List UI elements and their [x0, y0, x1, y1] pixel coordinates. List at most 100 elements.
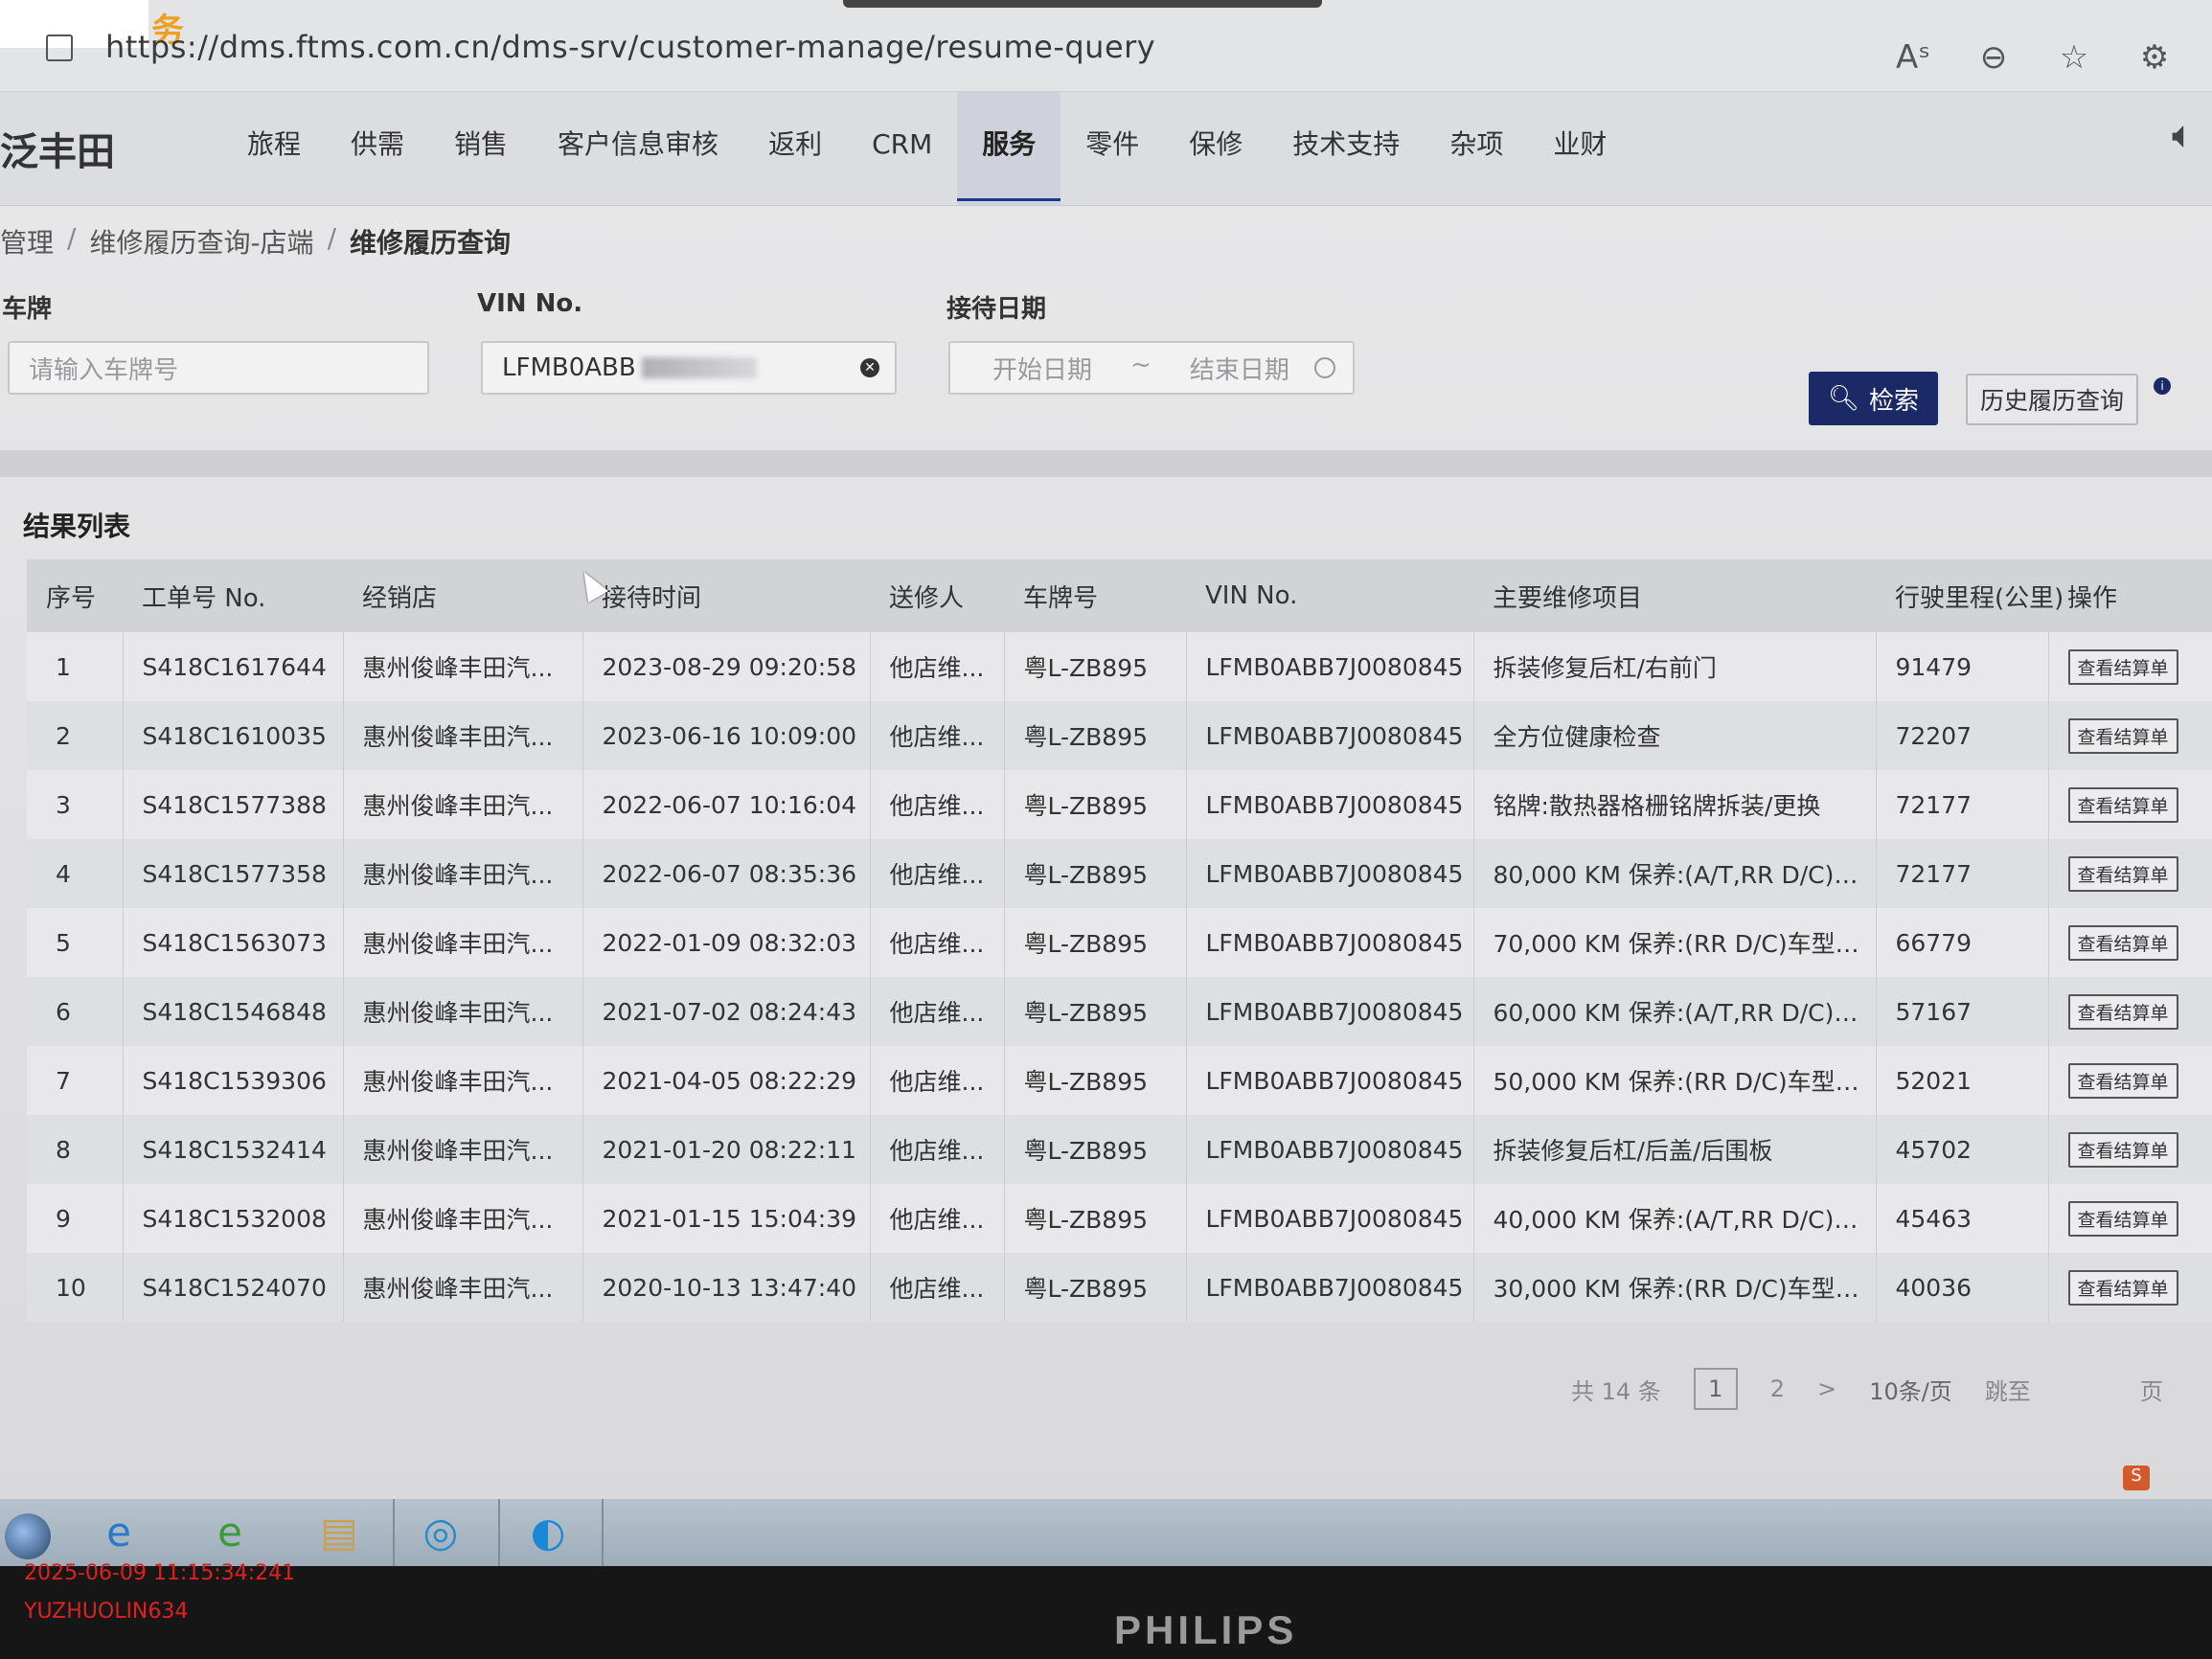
cell-plate: 粤L-ZB895 [1004, 1115, 1187, 1184]
section-divider [0, 450, 2212, 477]
plate-input[interactable]: 请输入车牌号 [8, 341, 429, 395]
nav-item-0[interactable]: 旅程 [222, 92, 326, 205]
cell-plate: 粤L-ZB895 [1004, 770, 1187, 839]
cell-no: 9 [27, 1184, 124, 1253]
view-settlement-button[interactable]: 查看结算单 [2067, 855, 2178, 892]
cell-action: 查看结算单 [2048, 701, 2212, 770]
next-page-icon[interactable]: > [1817, 1375, 1836, 1402]
photo-timestamp: 2025-06-09 11:15:34:241 [24, 1561, 296, 1585]
view-settlement-button[interactable]: 查看结算单 [2067, 786, 2178, 823]
taskbar-separator [602, 1499, 604, 1566]
date-start-placeholder: 开始日期 [992, 355, 1093, 385]
info-icon[interactable]: i [2154, 377, 2171, 395]
view-settlement-button[interactable]: 查看结算单 [2067, 1131, 2178, 1168]
nav-item-8[interactable]: 保修 [1164, 92, 1267, 205]
view-settlement-button[interactable]: 查看结算单 [2067, 993, 2178, 1030]
cell-order: S418C1610035 [123, 701, 344, 770]
cell-item: 80,000 KM 保养:(A/T,RR D/C)车... [1473, 839, 1877, 908]
page-size-select[interactable]: 10条/页 [1869, 1373, 1952, 1406]
results-table: 序号 工单号 No. 经销店 接待时间 送修人 车牌号 VIN No. 主要维修项目 行驶里程(… [27, 559, 2212, 1322]
cell-no: 5 [27, 908, 124, 977]
cell-mileage: 72207 [1876, 701, 2049, 770]
cell-order: S418C1563073 [123, 908, 344, 977]
nav-item-3[interactable]: 客户信息审核 [533, 92, 743, 205]
table-row[interactable]: 7 S418C1539306 惠州俊峰丰田汽... 2021-04-05 08:22:… [27, 1046, 2212, 1115]
cell-item: 60,000 KM 保养:(A/T,RR D/C)车... [1473, 977, 1877, 1046]
clear-icon[interactable]: ✕ [860, 358, 879, 377]
column-header: 主要维修项目 [1473, 559, 1876, 632]
nav-item-10[interactable]: 杂项 [1425, 92, 1528, 205]
nav-item-2[interactable]: 销售 [429, 92, 533, 205]
column-header: 接待时间 [582, 559, 870, 632]
cell-time: 2022-01-09 08:32:03 [582, 908, 871, 977]
page-1[interactable]: 1 [1693, 1368, 1738, 1410]
total-count: 共 14 条 [1571, 1377, 1661, 1405]
page-2[interactable]: 2 [1770, 1375, 1785, 1402]
vin-input[interactable]: LFMB0ABB ✕ [481, 341, 897, 395]
table-row[interactable]: 2 S418C1610035 惠州俊峰丰田汽... 2023-06-16 10:09:… [27, 701, 2212, 770]
ie-icon[interactable]: e [88, 1504, 149, 1561]
cell-no: 4 [27, 839, 124, 908]
table-row[interactable]: 9 S418C1532008 惠州俊峰丰田汽... 2021-01-15 15:04:… [27, 1184, 2212, 1253]
cell-plate: 粤L-ZB895 [1004, 1046, 1187, 1115]
search-button[interactable]: 🔍︎ 检索 [1809, 372, 1938, 425]
view-settlement-button[interactable]: 查看结算单 [2067, 1200, 2178, 1237]
zoom-icon[interactable]: ⊖ [1974, 38, 2013, 77]
cell-dealer: 惠州俊峰丰田汽... [343, 701, 583, 770]
cell-action: 查看结算单 [2048, 1253, 2212, 1322]
breadcrumb-item[interactable]: 维修履历查询-店端 [89, 222, 313, 261]
table-row[interactable]: 5 S418C1563073 惠州俊峰丰田汽... 2022-01-09 08:32:… [27, 908, 2212, 977]
cell-vin: LFMB0ABB7J0080845 [1186, 1115, 1474, 1184]
cell-no: 8 [27, 1115, 124, 1184]
nav-item-1[interactable]: 供需 [326, 92, 429, 205]
url-text[interactable]: https://dms.ftms.com.cn/dms-srv/customer… [105, 29, 1155, 65]
view-settlement-button[interactable]: 查看结算单 [2067, 717, 2178, 754]
cell-sender: 他店维... [870, 977, 1005, 1046]
nav-item-9[interactable]: 技术支持 [1267, 92, 1425, 205]
view-settlement-button[interactable]: 查看结算单 [2067, 924, 2178, 961]
speaker-icon[interactable]: 🔈︎ [2172, 113, 2195, 157]
nav-item-5[interactable]: CRM [847, 92, 957, 205]
cell-dealer: 惠州俊峰丰田汽... [343, 1253, 583, 1322]
view-settlement-button[interactable]: 查看结算单 [2067, 648, 2178, 685]
history-query-button[interactable]: 历史履历查询 [1966, 374, 2138, 425]
cell-vin: LFMB0ABB7J0080845 [1186, 701, 1474, 770]
nav-item-4[interactable]: 返利 [743, 92, 847, 205]
nav-item-6[interactable]: 服务 [957, 92, 1061, 205]
nav-item-7[interactable]: 零件 [1060, 92, 1164, 205]
date-range-picker[interactable]: 开始日期 ~ 结束日期 [948, 341, 1355, 395]
table-row[interactable]: 8 S418C1532414 惠州俊峰丰田汽... 2021-01-20 08:22:… [27, 1115, 2212, 1184]
extensions-icon[interactable]: ⚙ [2135, 38, 2174, 77]
nav-item-11[interactable]: 业财 [1528, 92, 1631, 205]
ie-green-icon[interactable]: e [199, 1504, 261, 1561]
edge-icon[interactable]: ◐ [517, 1504, 579, 1561]
cell-plate: 粤L-ZB895 [1004, 632, 1187, 701]
table-row[interactable]: 1 S418C1617644 惠州俊峰丰田汽... 2023-08-29 09:20:… [27, 632, 2212, 701]
cell-plate: 粤L-ZB895 [1004, 1184, 1187, 1253]
app-icon[interactable]: ◎ [410, 1504, 471, 1561]
browser-tab[interactable] [843, 0, 1322, 8]
read-aloud-icon[interactable]: Aˢ [1894, 38, 1932, 77]
results-title: 结果列表 [23, 511, 131, 542]
cell-vin: LFMB0ABB7J0080845 [1186, 977, 1474, 1046]
column-header: 送修人 [870, 559, 1004, 632]
table-row[interactable]: 6 S418C1546848 惠州俊峰丰田汽... 2021-07-02 08:24:… [27, 977, 2212, 1046]
table-row[interactable]: 3 S418C1577388 惠州俊峰丰田汽... 2022-06-07 10:16:… [27, 770, 2212, 839]
view-settlement-button[interactable]: 查看结算单 [2067, 1269, 2178, 1306]
start-button[interactable] [5, 1513, 51, 1559]
search-icon: 🔍︎ [1827, 384, 1859, 413]
tab-icon[interactable] [46, 34, 73, 61]
cell-sender: 他店维... [870, 1253, 1005, 1322]
breadcrumb-item[interactable]: 管理 [0, 222, 54, 261]
table-body: 1 S418C1617644 惠州俊峰丰田汽... 2023-08-29 09:20:… [27, 632, 2212, 1322]
cell-dealer: 惠州俊峰丰田汽... [343, 1184, 583, 1253]
folder-icon[interactable]: ▤ [308, 1504, 370, 1561]
cell-dealer: 惠州俊峰丰田汽... [343, 908, 583, 977]
view-settlement-button[interactable]: 查看结算单 [2067, 1062, 2178, 1099]
cell-action: 查看结算单 [2048, 1115, 2212, 1184]
favorite-icon[interactable]: ☆ [2055, 38, 2093, 77]
ime-tray-icon[interactable]: S [2123, 1466, 2150, 1490]
cell-time: 2023-06-16 10:09:00 [582, 701, 871, 770]
table-row[interactable]: 10 S418C1524070 惠州俊峰丰田汽... 2020-10-13 13:47… [27, 1253, 2212, 1322]
table-row[interactable]: 4 S418C1577358 惠州俊峰丰田汽... 2022-06-07 08:35:… [27, 839, 2212, 908]
